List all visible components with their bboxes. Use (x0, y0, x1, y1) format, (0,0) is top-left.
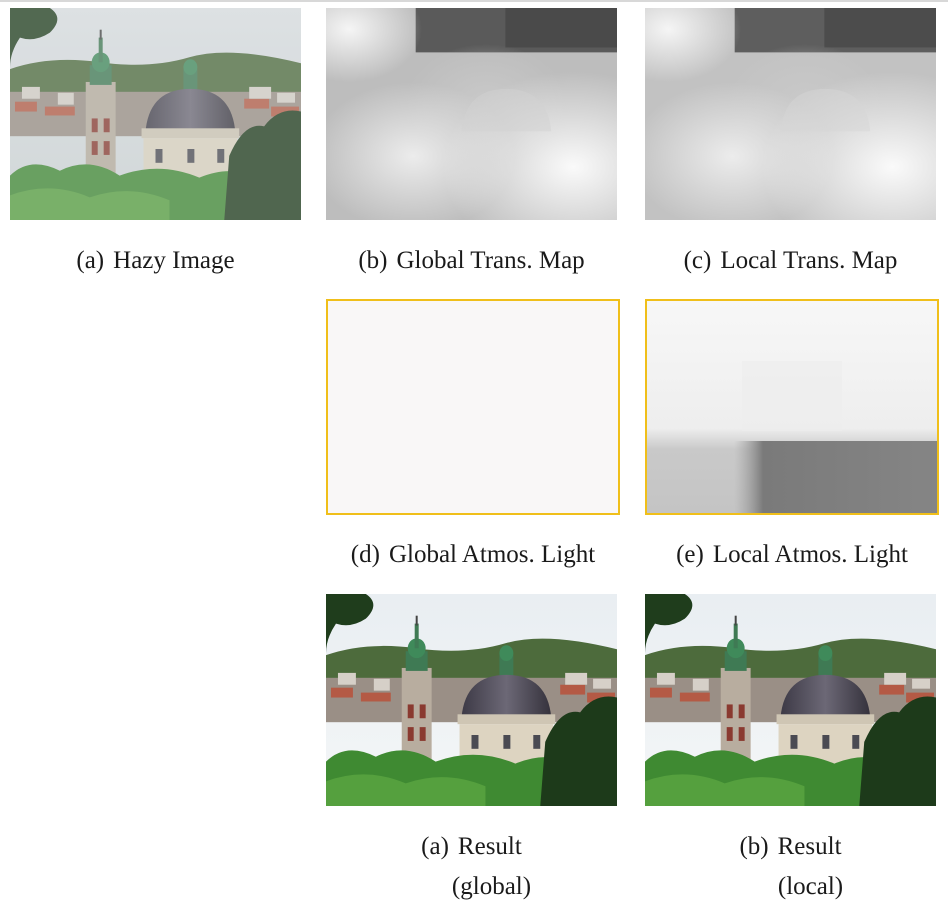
top-rule (0, 0, 948, 2)
caption-tag: (c) (683, 247, 712, 274)
caption-global-transmission-map: (b) Global Trans. Map (326, 246, 617, 276)
caption-result-global: (a) Result (326, 832, 617, 862)
local-transmission-map-panel (645, 8, 936, 220)
caption-hazy-image: (a) Hazy Image (10, 246, 301, 276)
caption-result-local: (b) Result (645, 832, 936, 862)
caption-label: Result (457, 833, 522, 860)
caption-label: Global Atmos. Light (388, 541, 596, 568)
global-transmission-map-panel (326, 8, 617, 220)
caption-tag: (a) (76, 247, 105, 274)
result-global-panel (326, 594, 617, 806)
caption-tag: (d) (350, 541, 380, 568)
caption-tag: (a) (421, 833, 449, 860)
caption-tag: (e) (676, 541, 704, 568)
caption-sublabel: (global) (451, 873, 532, 900)
caption-label: Global Trans. Map (396, 247, 585, 274)
caption-tag: (b) (739, 833, 769, 860)
caption-label: Local Atmos. Light (712, 541, 908, 568)
caption-result-local-sublabel: (local) (665, 872, 948, 902)
caption-local-atmospheric-light: (e) Local Atmos. Light (645, 540, 939, 570)
caption-label: Hazy Image (113, 247, 235, 274)
caption-tag: (b) (358, 247, 388, 274)
hazy-image-panel (10, 8, 301, 220)
caption-global-atmospheric-light: (d) Global Atmos. Light (326, 540, 620, 570)
caption-result-global-sublabel: (global) (346, 872, 637, 902)
result-local-panel (645, 594, 936, 806)
local-atmospheric-light-panel (645, 299, 939, 515)
global-atmospheric-light-panel (326, 299, 620, 515)
caption-label: Local Trans. Map (720, 247, 898, 274)
caption-label: Result (777, 833, 842, 860)
caption-local-transmission-map: (c) Local Trans. Map (645, 246, 936, 276)
caption-sublabel: (local) (777, 873, 844, 900)
